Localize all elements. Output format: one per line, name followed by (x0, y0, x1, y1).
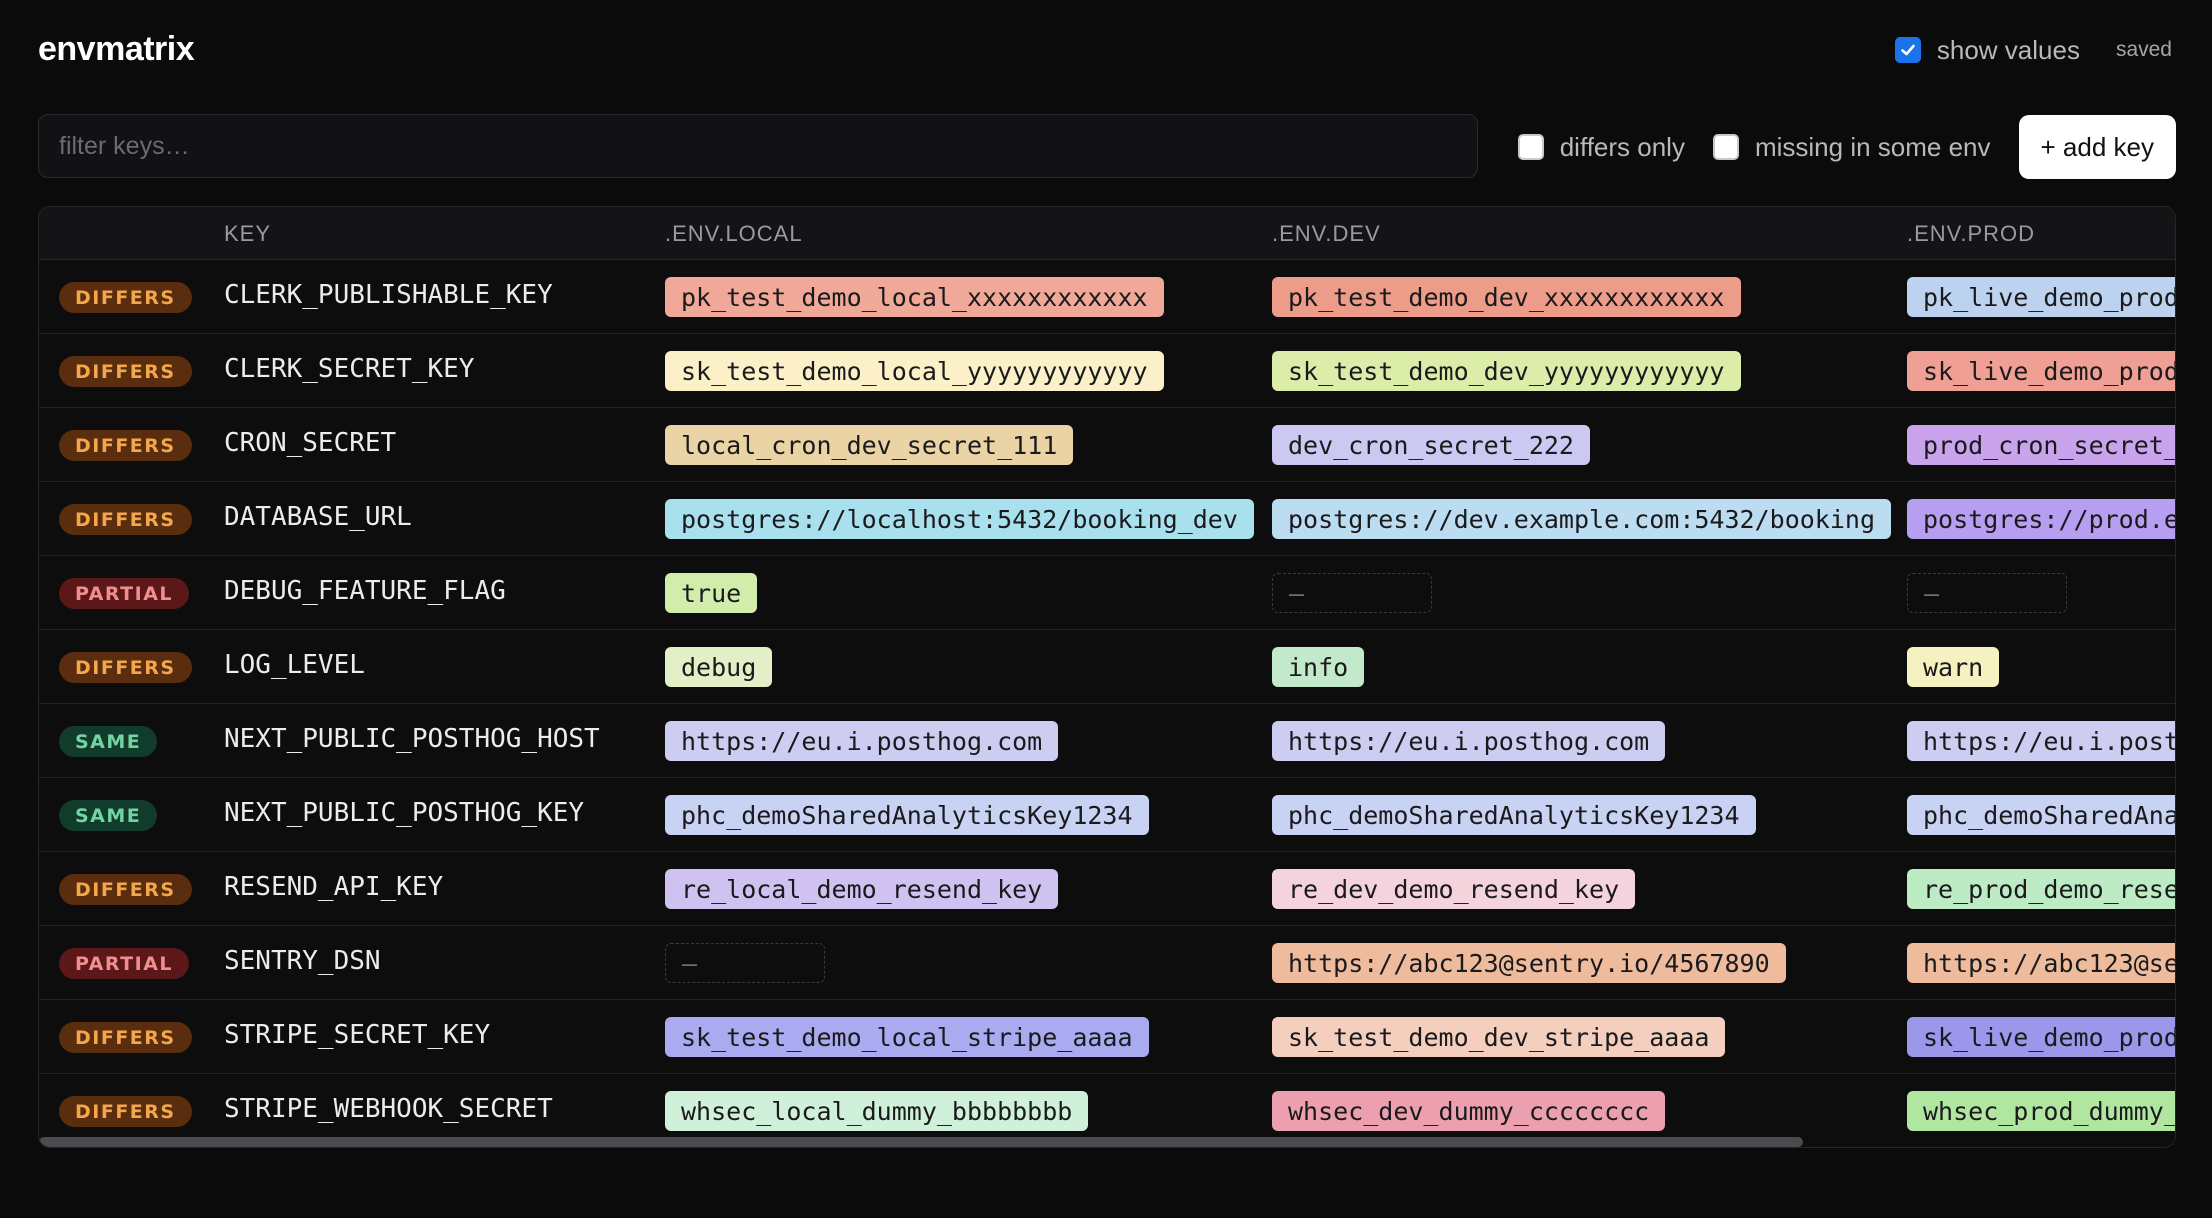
key-name[interactable]: DATABASE_URL (224, 502, 412, 532)
key-name[interactable]: CRON_SECRET (224, 428, 396, 458)
missing-label[interactable]: missing in some env (1755, 132, 1991, 163)
scrollbar-thumb[interactable] (39, 1137, 1803, 1147)
value-cell-prod[interactable]: postgres://prod.ex (1907, 499, 2175, 539)
env-table: KEY .ENV.LOCAL .ENV.DEV .ENV.PROD DIFFER… (38, 206, 2176, 1148)
value-cell-dev[interactable]: sk_test_demo_dev_yyyyyyyyyyyy (1272, 351, 1741, 391)
value-cell-prod[interactable]: warn (1907, 647, 2000, 687)
status-badge: DIFFERS (59, 504, 192, 535)
value-cell-local[interactable]: debug (665, 647, 773, 687)
differs-only-option[interactable]: differs only (1517, 132, 1685, 163)
value-cell-dev[interactable]: whsec_dev_dummy_cccccccc (1272, 1091, 1666, 1131)
value-cell-prod[interactable]: — (1907, 573, 2067, 613)
key-name[interactable]: RESEND_API_KEY (224, 872, 443, 902)
key-name[interactable]: NEXT_PUBLIC_POSTHOG_HOST (224, 724, 600, 754)
status-badge: DIFFERS (59, 652, 192, 683)
value-cell-prod[interactable]: https://abc123@sen (1907, 943, 2175, 983)
add-key-button[interactable]: + add key (2018, 115, 2176, 179)
key-name[interactable]: NEXT_PUBLIC_POSTHOG_KEY (224, 798, 584, 828)
table-row[interactable]: DIFFERS RESEND_API_KEY re_local_demo_resen… (39, 852, 2175, 926)
header-controls: show values saved (1894, 26, 2172, 74)
status-badge: SAME (59, 726, 158, 757)
column-header-prod: .ENV.PROD (1907, 221, 2036, 246)
value-cell-dev[interactable]: https://abc123@sentry.io/4567890 (1272, 943, 1786, 983)
status-badge: DIFFERS (59, 1022, 192, 1053)
status-badge: PARTIAL (59, 578, 190, 609)
value-cell-dev[interactable]: postgres://dev.example.com:5432/booking (1272, 499, 1891, 539)
value-cell-prod[interactable]: re_prod_demo_reser (1907, 869, 2175, 909)
value-cell-local[interactable]: sk_test_demo_local_yyyyyyyyyyyy (665, 351, 1164, 391)
toolbar: differs only missing in some env + add k… (38, 114, 2176, 180)
value-cell-local[interactable]: https://eu.i.posthog.com (665, 721, 1059, 761)
table-row[interactable]: DIFFERS CLERK_SECRET_KEY sk_test_demo_loca… (39, 334, 2175, 408)
key-name[interactable]: CLERK_SECRET_KEY (224, 354, 474, 384)
status-badge: DIFFERS (59, 430, 192, 461)
status-badge: DIFFERS (59, 874, 192, 905)
key-name[interactable]: CLERK_PUBLISHABLE_KEY (224, 280, 553, 310)
table-row[interactable]: PARTIAL SENTRY_DSN — https://abc123@sentry.… (39, 926, 2175, 1000)
save-status: saved (2115, 38, 2172, 61)
value-cell-local[interactable]: — (665, 943, 825, 983)
value-cell-local[interactable]: re_local_demo_resend_key (665, 869, 1059, 909)
horizontal-scrollbar[interactable] (39, 1137, 2175, 1147)
table-row[interactable]: DIFFERS DATABASE_URL postgres://localhost:… (39, 482, 2175, 556)
checkmark-icon (1901, 44, 1915, 56)
key-name[interactable]: DEBUG_FEATURE_FLAG (224, 576, 506, 606)
table-row[interactable]: DIFFERS CRON_SECRET local_cron_dev_secret_… (39, 408, 2175, 482)
value-cell-prod[interactable]: https://eu.i.posth (1907, 721, 2175, 761)
value-cell-prod[interactable]: whsec_prod_dummy_c (1907, 1091, 2175, 1131)
key-name[interactable]: SENTRY_DSN (224, 946, 381, 976)
value-cell-dev[interactable]: phc_demoSharedAnalyticsKey1234 (1272, 795, 1756, 835)
value-cell-prod[interactable]: phc_demoSharedAna (1907, 795, 2175, 835)
filter-input[interactable] (38, 114, 1478, 178)
column-header-key: KEY (224, 221, 272, 246)
value-cell-prod[interactable]: sk_live_demo_prod_ (1907, 351, 2175, 391)
toolbar-options: differs only missing in some env + add k… (1517, 114, 2176, 180)
table-row[interactable]: DIFFERS LOG_LEVEL debug info warn (39, 630, 2175, 704)
value-cell-local[interactable]: sk_test_demo_local_stripe_aaaa (665, 1017, 1149, 1057)
column-header-dev: .ENV.DEV (1272, 221, 1381, 246)
value-cell-local[interactable]: postgres://localhost:5432/booking_dev (665, 499, 1254, 539)
value-cell-dev[interactable]: info (1272, 647, 1365, 687)
value-cell-local[interactable]: pk_test_demo_local_xxxxxxxxxxxx (665, 277, 1164, 317)
missing-option[interactable]: missing in some env (1712, 132, 1991, 163)
show-values-checkbox[interactable] (1894, 37, 1921, 63)
value-cell-dev[interactable]: https://eu.i.posthog.com (1272, 721, 1666, 761)
table-row[interactable]: SAME NEXT_PUBLIC_POSTHOG_KEY phc_demoShare… (39, 778, 2175, 852)
missing-checkbox[interactable] (1712, 134, 1739, 160)
value-cell-prod[interactable]: pk_live_demo_prod_ (1907, 277, 2175, 317)
table-row[interactable]: DIFFERS STRIPE_SECRET_KEY sk_test_demo_loc… (39, 1000, 2175, 1074)
value-cell-prod[interactable]: sk_live_demo_prod_ (1907, 1017, 2175, 1057)
value-cell-dev[interactable]: — (1272, 573, 1432, 613)
key-name[interactable]: STRIPE_WEBHOOK_SECRET (224, 1094, 553, 1124)
status-badge: DIFFERS (59, 356, 192, 387)
value-cell-dev[interactable]: sk_test_demo_dev_stripe_aaaa (1272, 1017, 1726, 1057)
value-cell-local[interactable]: phc_demoSharedAnalyticsKey1234 (665, 795, 1149, 835)
status-badge: DIFFERS (59, 282, 192, 313)
value-cell-local[interactable]: true (665, 573, 758, 613)
app-header: envmatrix show values saved (38, 26, 2172, 74)
key-name[interactable]: LOG_LEVEL (224, 650, 365, 680)
value-cell-dev[interactable]: re_dev_demo_resend_key (1272, 869, 1636, 909)
table-header: KEY .ENV.LOCAL .ENV.DEV .ENV.PROD (39, 207, 2175, 260)
value-cell-dev[interactable]: pk_test_demo_dev_xxxxxxxxxxxx (1272, 277, 1741, 317)
differs-only-label[interactable]: differs only (1560, 132, 1685, 163)
key-name[interactable]: STRIPE_SECRET_KEY (224, 1020, 490, 1050)
table-row[interactable]: DIFFERS CLERK_PUBLISHABLE_KEY pk_test_demo… (39, 260, 2175, 334)
app-title: envmatrix (38, 30, 195, 68)
show-values-label[interactable]: show values (1937, 35, 2080, 66)
differs-only-checkbox[interactable] (1517, 134, 1544, 160)
table-row[interactable]: PARTIAL DEBUG_FEATURE_FLAG true — — (39, 556, 2175, 630)
status-badge: SAME (59, 800, 158, 831)
value-cell-dev[interactable]: dev_cron_secret_222 (1272, 425, 1590, 465)
column-header-local: .ENV.LOCAL (665, 221, 803, 246)
table-row[interactable]: SAME NEXT_PUBLIC_POSTHOG_HOST https://eu.i… (39, 704, 2175, 778)
value-cell-local[interactable]: local_cron_dev_secret_111 (665, 425, 1074, 465)
status-badge: DIFFERS (59, 1096, 192, 1127)
value-cell-local[interactable]: whsec_local_dummy_bbbbbbbb (665, 1091, 1089, 1131)
status-badge: PARTIAL (59, 948, 190, 979)
value-cell-prod[interactable]: prod_cron_secret_ (1907, 425, 2175, 465)
